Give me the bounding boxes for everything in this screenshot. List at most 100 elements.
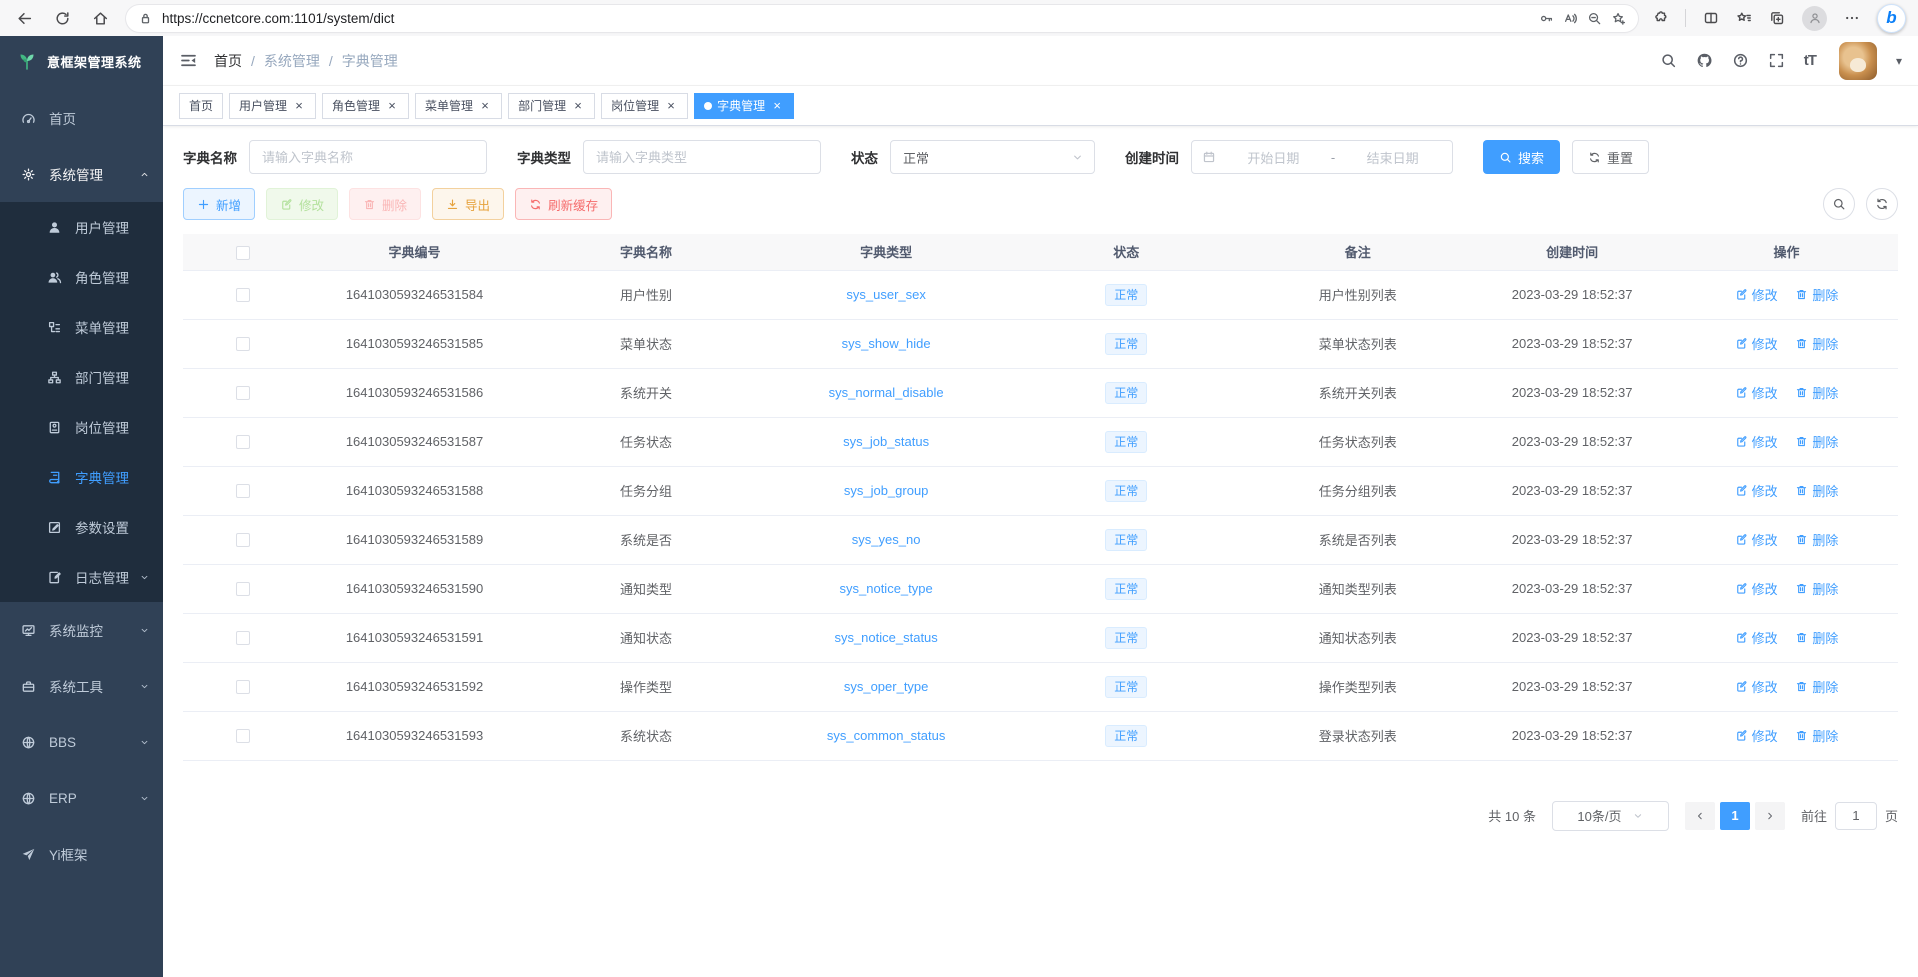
refresh-icon[interactable]	[50, 6, 74, 30]
sidebar-item-系统管理[interactable]: 系统管理	[0, 146, 163, 202]
dict-type-link[interactable]: sys_notice_type	[840, 581, 933, 596]
tab-首页[interactable]: 首页	[179, 93, 223, 119]
close-icon[interactable]: ×	[292, 99, 306, 113]
row-edit-button[interactable]: 修改	[1735, 677, 1778, 696]
row-checkbox[interactable]	[236, 680, 250, 694]
row-checkbox[interactable]	[236, 435, 250, 449]
zoom-out-icon[interactable]	[1587, 11, 1602, 26]
sidebar-item-参数设置[interactable]: 参数设置	[0, 502, 163, 552]
row-delete-button[interactable]: 删除	[1795, 383, 1838, 402]
dict-name-input[interactable]	[249, 140, 487, 174]
read-aloud-icon[interactable]	[1563, 11, 1578, 26]
search-icon[interactable]	[1660, 52, 1677, 69]
close-icon[interactable]: ×	[478, 99, 492, 113]
sidebar-item-日志管理[interactable]: 日志管理	[0, 552, 163, 602]
delete-button[interactable]: 删除	[349, 188, 421, 220]
more-icon[interactable]	[1844, 10, 1860, 26]
row-checkbox[interactable]	[236, 288, 250, 302]
prev-page-button[interactable]	[1685, 802, 1715, 830]
row-delete-button[interactable]: 删除	[1795, 334, 1838, 353]
dict-type-link[interactable]: sys_user_sex	[846, 287, 925, 302]
help-icon[interactable]	[1732, 52, 1749, 69]
row-edit-button[interactable]: 修改	[1735, 334, 1778, 353]
sidebar-item-部门管理[interactable]: 部门管理	[0, 352, 163, 402]
row-delete-button[interactable]: 删除	[1795, 285, 1838, 304]
refresh-table-button[interactable]	[1866, 188, 1898, 220]
tab-字典管理[interactable]: 字典管理 ×	[694, 93, 794, 119]
breadcrumb-system[interactable]: 系统管理	[264, 51, 320, 71]
sidebar-item-BBS[interactable]: BBS	[0, 714, 163, 770]
hamburger-icon[interactable]	[179, 51, 198, 70]
row-delete-button[interactable]: 删除	[1795, 628, 1838, 647]
reset-button[interactable]: 重置	[1572, 140, 1649, 174]
favorite-add-icon[interactable]	[1611, 11, 1626, 26]
row-edit-button[interactable]: 修改	[1735, 530, 1778, 549]
add-button[interactable]: 新增	[183, 188, 255, 220]
sidebar-item-字典管理[interactable]: 字典管理	[0, 452, 163, 502]
app-logo[interactable]: 意框架管理系统	[0, 36, 163, 86]
row-edit-button[interactable]: 修改	[1735, 285, 1778, 304]
next-page-button[interactable]	[1755, 802, 1785, 830]
sidebar-item-用户管理[interactable]: 用户管理	[0, 202, 163, 252]
row-delete-button[interactable]: 删除	[1795, 530, 1838, 549]
row-checkbox[interactable]	[236, 533, 250, 547]
sidebar-item-ERP[interactable]: ERP	[0, 770, 163, 826]
dict-type-link[interactable]: sys_notice_status	[834, 630, 937, 645]
extensions-icon[interactable]	[1652, 10, 1668, 26]
row-edit-button[interactable]: 修改	[1735, 628, 1778, 647]
dict-type-link[interactable]: sys_normal_disable	[829, 385, 944, 400]
tab-岗位管理[interactable]: 岗位管理 ×	[601, 93, 688, 119]
refresh-cache-button[interactable]: 刷新缓存	[515, 188, 612, 220]
tab-用户管理[interactable]: 用户管理 ×	[229, 93, 316, 119]
dict-type-link[interactable]: sys_oper_type	[844, 679, 929, 694]
sidebar-item-系统监控[interactable]: 系统监控	[0, 602, 163, 658]
url-text[interactable]: https://ccnetcore.com:1101/system/dict	[162, 11, 1530, 26]
page-number-1[interactable]: 1	[1720, 802, 1750, 830]
profile-icon[interactable]	[1802, 6, 1827, 31]
row-edit-button[interactable]: 修改	[1735, 432, 1778, 451]
breadcrumb-home[interactable]: 首页	[214, 51, 242, 71]
search-button[interactable]: 搜索	[1483, 140, 1560, 174]
home-icon[interactable]	[88, 6, 112, 30]
edit-button[interactable]: 修改	[266, 188, 338, 220]
row-delete-button[interactable]: 删除	[1795, 432, 1838, 451]
sidebar-item-岗位管理[interactable]: 岗位管理	[0, 402, 163, 452]
font-size-icon[interactable]: tT	[1804, 52, 1816, 69]
address-bar[interactable]: https://ccnetcore.com:1101/system/dict	[126, 5, 1638, 32]
sidebar-item-首页[interactable]: 首页	[0, 90, 163, 146]
row-checkbox[interactable]	[236, 484, 250, 498]
fullscreen-icon[interactable]	[1768, 52, 1785, 69]
row-checkbox[interactable]	[236, 386, 250, 400]
page-size-select[interactable]: 10条/页	[1552, 801, 1669, 831]
bing-icon[interactable]: b	[1877, 4, 1906, 33]
tab-菜单管理[interactable]: 菜单管理 ×	[415, 93, 502, 119]
dict-type-link[interactable]: sys_job_group	[844, 483, 929, 498]
row-checkbox[interactable]	[236, 631, 250, 645]
collections-icon[interactable]	[1769, 10, 1785, 26]
dict-type-input[interactable]	[583, 140, 821, 174]
row-edit-button[interactable]: 修改	[1735, 579, 1778, 598]
key-icon[interactable]	[1539, 11, 1554, 26]
dict-type-link[interactable]: sys_job_status	[843, 434, 929, 449]
export-button[interactable]: 导出	[432, 188, 504, 220]
row-edit-button[interactable]: 修改	[1735, 383, 1778, 402]
close-icon[interactable]: ×	[664, 99, 678, 113]
toggle-search-button[interactable]	[1823, 188, 1855, 220]
status-select[interactable]: 正常	[890, 140, 1095, 174]
row-delete-button[interactable]: 删除	[1795, 579, 1838, 598]
github-icon[interactable]	[1696, 52, 1713, 69]
goto-page-input[interactable]	[1835, 802, 1877, 830]
close-icon[interactable]: ×	[571, 99, 585, 113]
back-icon[interactable]	[12, 6, 36, 30]
caret-down-icon[interactable]: ▾	[1896, 54, 1902, 68]
dict-type-link[interactable]: sys_yes_no	[852, 532, 921, 547]
date-range-picker[interactable]: 开始日期 - 结束日期	[1191, 140, 1453, 174]
sidebar-item-菜单管理[interactable]: 菜单管理	[0, 302, 163, 352]
sidebar-item-系统工具[interactable]: 系统工具	[0, 658, 163, 714]
tab-角色管理[interactable]: 角色管理 ×	[322, 93, 409, 119]
row-edit-button[interactable]: 修改	[1735, 481, 1778, 500]
tab-部门管理[interactable]: 部门管理 ×	[508, 93, 595, 119]
dict-type-link[interactable]: sys_common_status	[827, 728, 946, 743]
row-edit-button[interactable]: 修改	[1735, 726, 1778, 745]
row-checkbox[interactable]	[236, 337, 250, 351]
